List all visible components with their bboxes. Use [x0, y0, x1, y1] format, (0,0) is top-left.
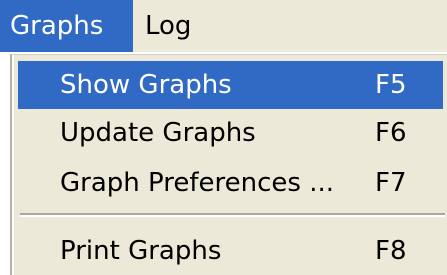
- menu-item-label: Update Graphs: [60, 118, 256, 148]
- dropdown-edge: [12, 55, 14, 275]
- menu-item-shortcut: F5: [375, 70, 407, 100]
- menu-item-shortcut: F8: [375, 236, 407, 266]
- menu-item-print-graphs[interactable]: Print Graphs F8: [18, 227, 443, 275]
- menu-item-shortcut: F6: [375, 118, 407, 148]
- menu-item-show-graphs[interactable]: Show Graphs F5: [18, 61, 443, 109]
- graphs-dropdown-menu: Show Graphs F5 Update Graphs F6 Graph Pr…: [10, 54, 447, 275]
- menu-bar: Graphs Log: [0, 0, 447, 52]
- menu-log[interactable]: Log: [133, 0, 223, 52]
- menu-graphs[interactable]: Graphs: [0, 0, 133, 52]
- menu-item-update-graphs[interactable]: Update Graphs F6: [18, 109, 443, 157]
- menu-separator: [20, 213, 445, 217]
- menu-item-shortcut: F7: [375, 168, 407, 198]
- menu-item-label: Print Graphs: [60, 236, 222, 266]
- menu-item-graph-preferences[interactable]: Graph Preferences ... F7: [18, 159, 443, 207]
- menu-item-label: Show Graphs: [60, 70, 232, 100]
- menu-item-label: Graph Preferences ...: [60, 168, 334, 198]
